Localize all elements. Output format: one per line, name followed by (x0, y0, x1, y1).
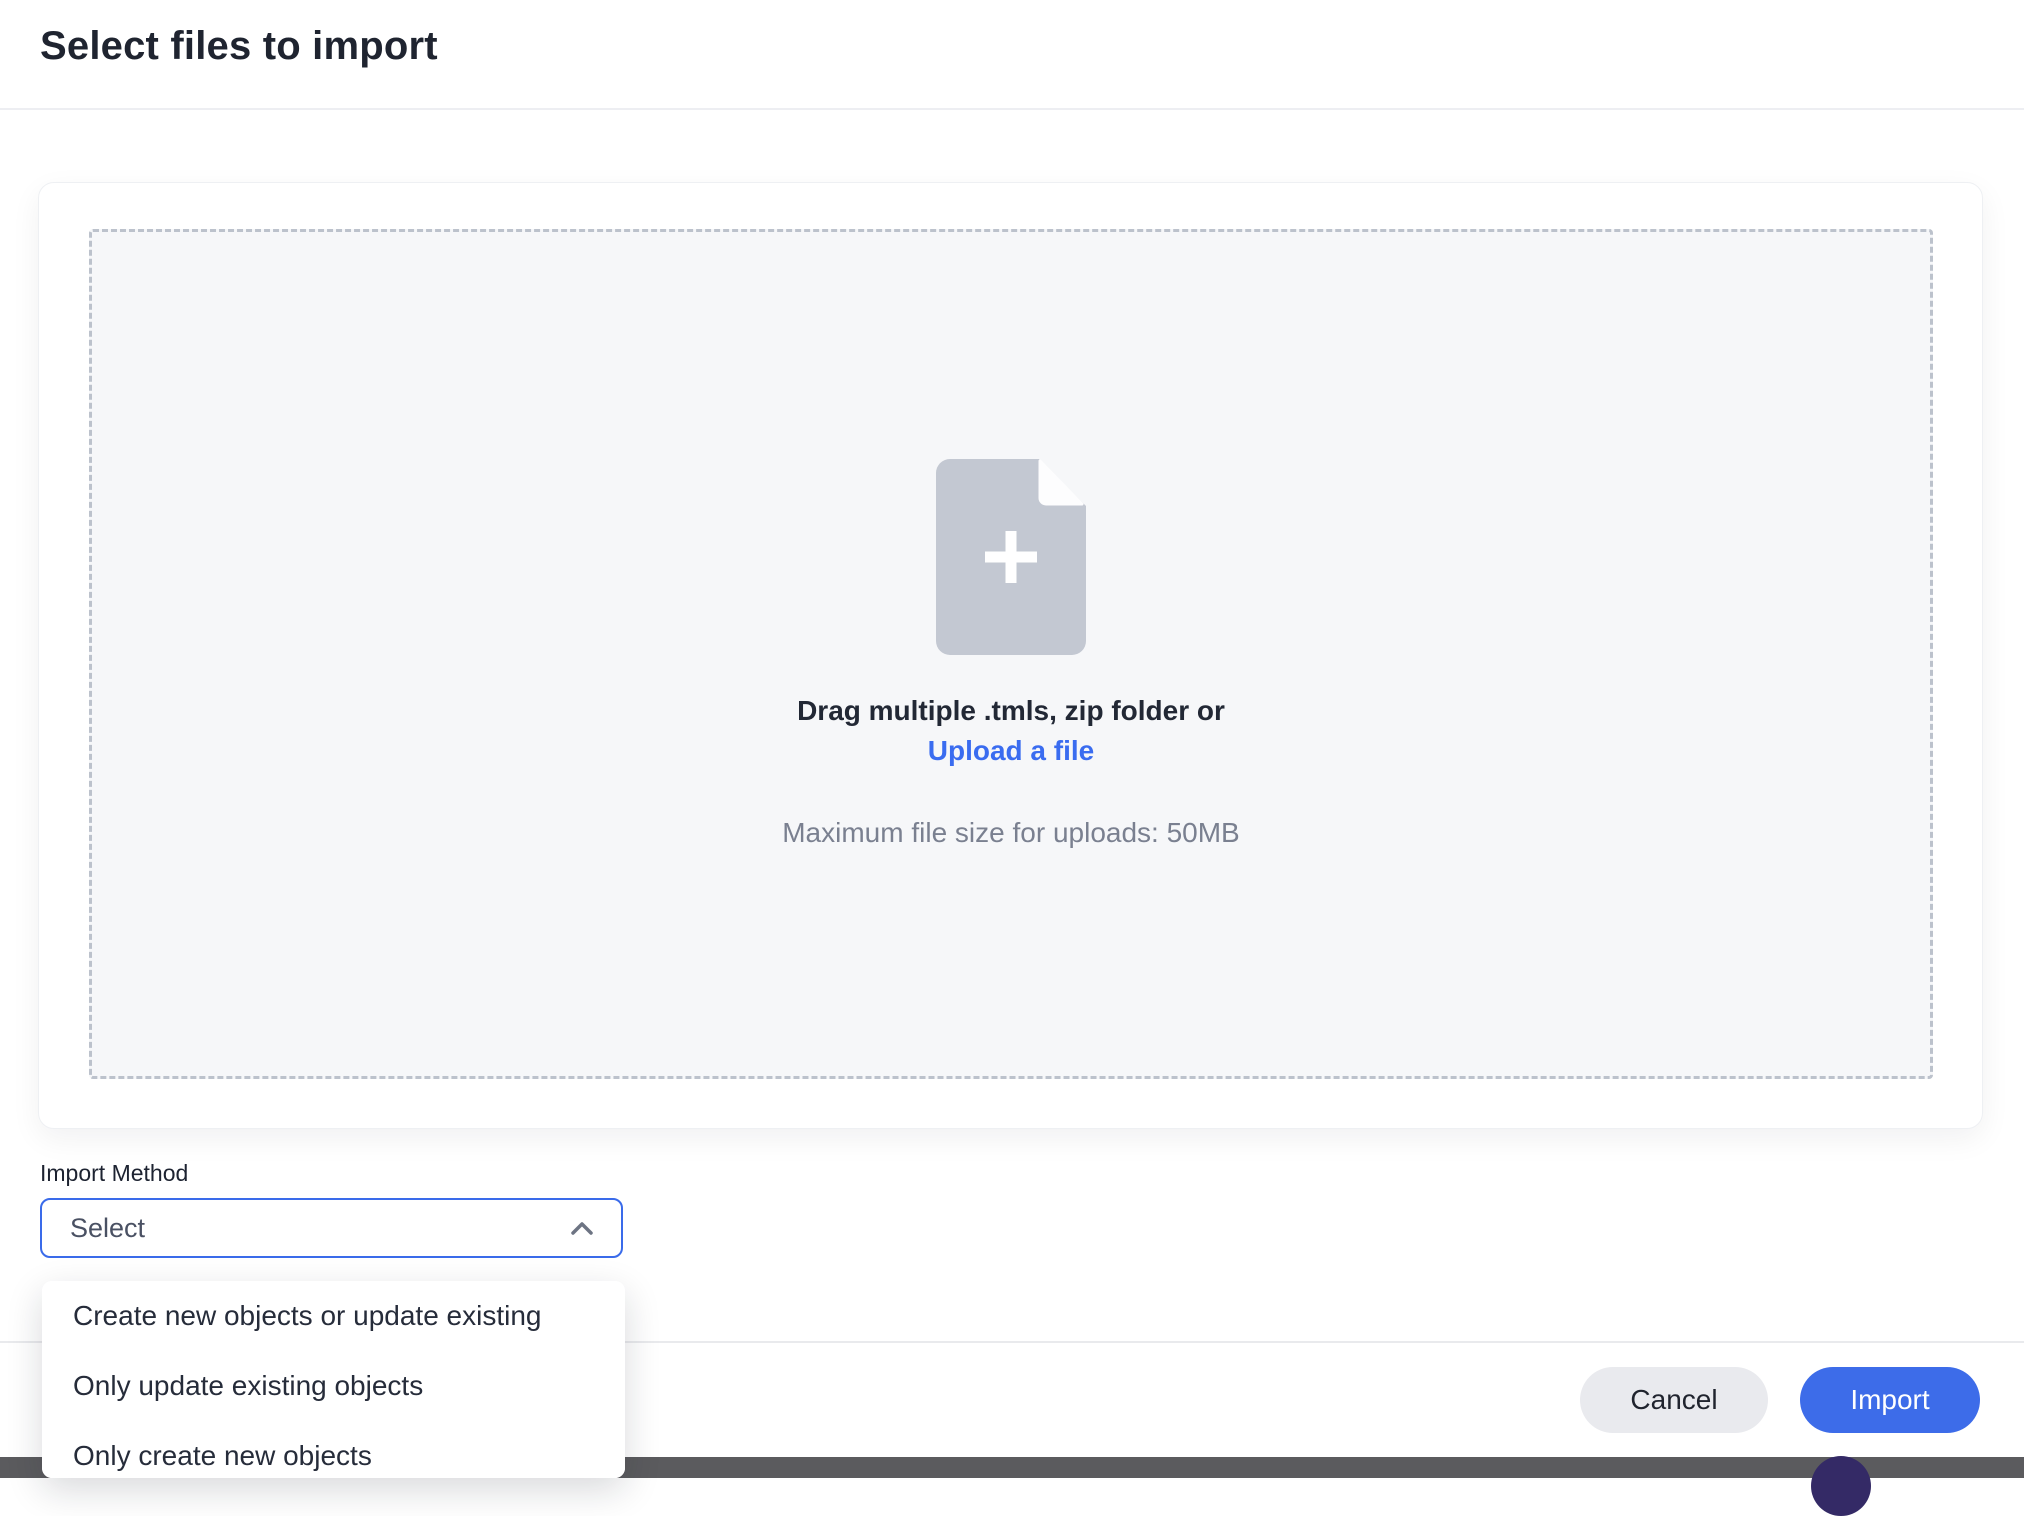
page-title: Select files to import (0, 0, 2024, 69)
file-dropzone[interactable]: Drag multiple .tmls, zip folder or Uploa… (89, 229, 1933, 1079)
file-plus-icon (936, 459, 1086, 655)
dropzone-instruction: Drag multiple .tmls, zip folder or (797, 691, 1225, 731)
import-method-section: Import Method Select (40, 1160, 623, 1258)
option-only-create[interactable]: Only create new objects (42, 1421, 625, 1478)
import-method-label: Import Method (40, 1160, 623, 1187)
help-fab-button[interactable] (1811, 1456, 1871, 1516)
upload-file-link[interactable]: Upload a file (928, 731, 1094, 771)
import-button[interactable]: Import (1800, 1367, 1980, 1433)
import-method-dropdown: Create new objects or update existing On… (42, 1281, 625, 1478)
option-only-update[interactable]: Only update existing objects (42, 1351, 625, 1421)
import-method-select[interactable]: Select (40, 1198, 623, 1258)
chevron-up-icon (571, 1221, 593, 1235)
max-file-size-note: Maximum file size for uploads: 50MB (782, 817, 1240, 849)
dialog-header: Select files to import (0, 0, 2024, 110)
option-create-or-update[interactable]: Create new objects or update existing (42, 1281, 625, 1351)
upload-card: Drag multiple .tmls, zip folder or Uploa… (38, 182, 1983, 1129)
cancel-button[interactable]: Cancel (1580, 1367, 1768, 1433)
select-value: Select (70, 1213, 571, 1244)
